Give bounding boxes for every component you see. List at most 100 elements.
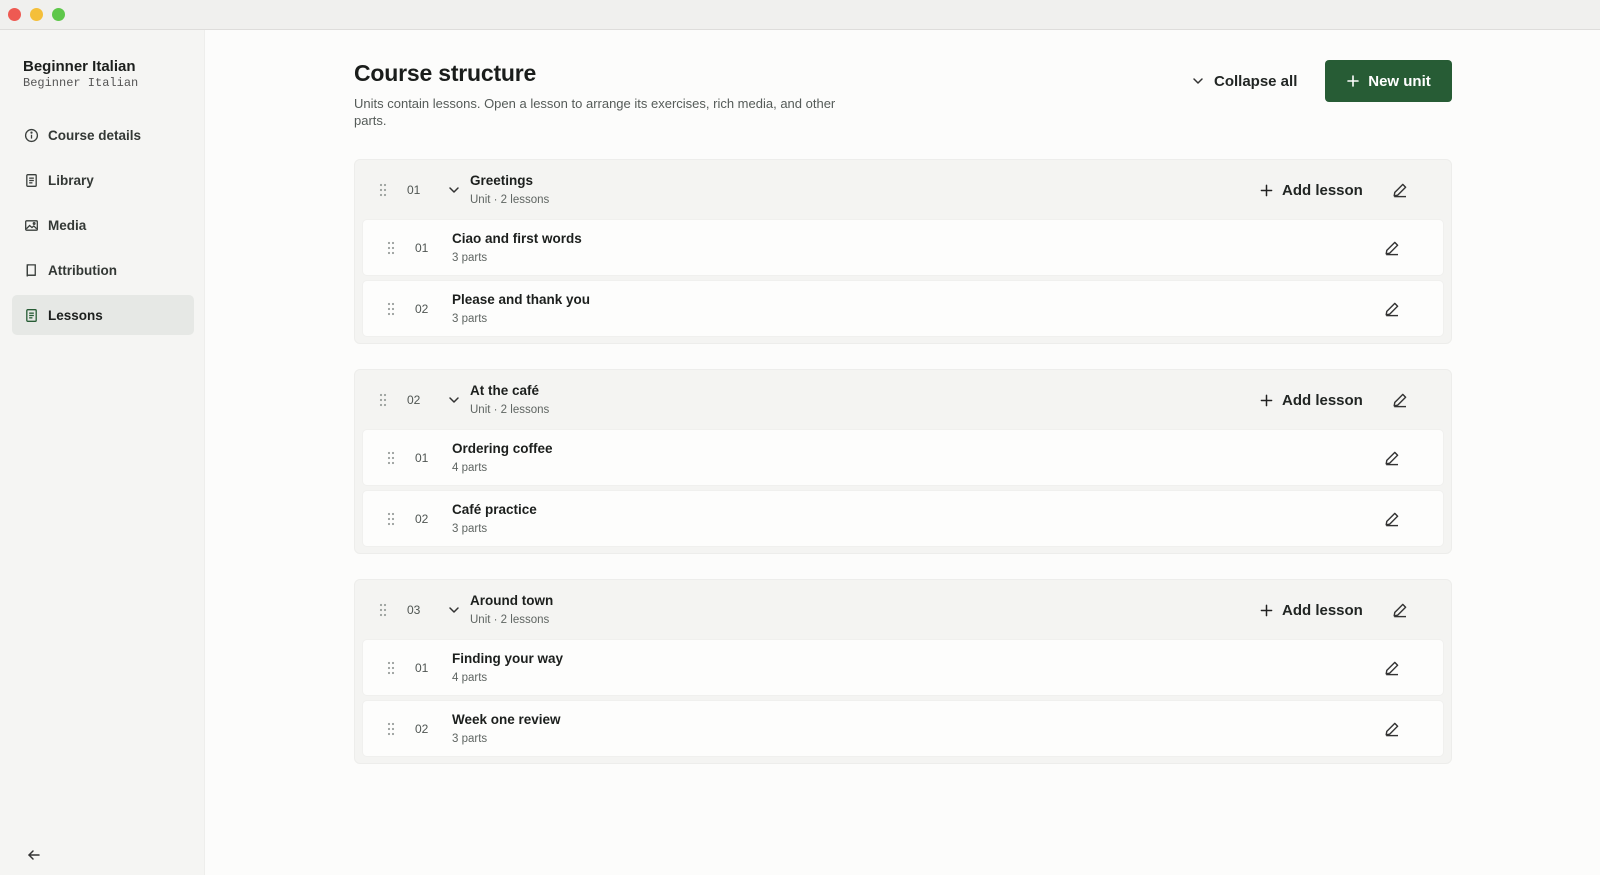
drag-handle-icon[interactable] xyxy=(386,302,396,316)
lesson-row[interactable]: 01 Ciao and first words 3 parts xyxy=(363,220,1443,275)
unit-title: Greetings xyxy=(470,173,534,188)
main-content: Course structure Units contain lessons. … xyxy=(205,30,1600,875)
lesson-title: Ordering coffee xyxy=(452,441,553,456)
lesson-row[interactable]: 02 Café practice 3 parts xyxy=(363,491,1443,546)
unit-header[interactable]: 02 At the café Unit · 2 lessons Add less… xyxy=(355,370,1451,430)
lesson-meta: 3 parts xyxy=(452,252,488,264)
edit-unit-icon[interactable] xyxy=(1392,182,1408,198)
lesson-title: Week one review xyxy=(452,712,561,727)
course-title: Beginner Italian xyxy=(23,58,136,75)
minimize-window-button[interactable] xyxy=(30,8,43,21)
page-description: Units contain lessons. Open a lesson to … xyxy=(354,96,836,128)
collapse-all-button[interactable]: Collapse all xyxy=(1191,68,1297,94)
lesson-row[interactable]: 01 Finding your way 4 parts xyxy=(363,640,1443,695)
add-lesson-button[interactable]: Add lesson xyxy=(1260,389,1363,411)
sidebar-item-attribution[interactable]: Attribution xyxy=(12,250,194,290)
plus-icon xyxy=(1260,184,1273,196)
chevron-down-icon[interactable] xyxy=(448,184,460,196)
lesson-meta: 4 parts xyxy=(452,672,488,684)
unit-meta: Unit · 2 lessons xyxy=(470,614,550,626)
lesson-meta: 4 parts xyxy=(452,462,488,474)
sidebar: Beginner Italian Beginner Italian Course… xyxy=(0,30,205,875)
add-lesson-label: Add lesson xyxy=(1282,601,1363,619)
lesson-number: 01 xyxy=(415,241,429,255)
sidebar-item-lessons[interactable]: Lessons xyxy=(12,295,194,335)
edit-lesson-icon[interactable] xyxy=(1384,721,1400,737)
edit-lesson-icon[interactable] xyxy=(1384,301,1400,317)
edit-lesson-icon[interactable] xyxy=(1384,240,1400,256)
drag-handle-icon[interactable] xyxy=(386,722,396,736)
lesson-meta: 3 parts xyxy=(452,733,488,745)
unit-card: 02 At the café Unit · 2 lessons Add less… xyxy=(354,369,1452,554)
drag-handle-icon[interactable] xyxy=(378,393,388,407)
edit-lesson-icon[interactable] xyxy=(1384,450,1400,466)
drag-handle-icon[interactable] xyxy=(378,183,388,197)
unit-number: 01 xyxy=(407,183,421,197)
lesson-meta: 3 parts xyxy=(452,523,488,535)
edit-unit-icon[interactable] xyxy=(1392,602,1408,618)
new-unit-button[interactable]: New unit xyxy=(1325,60,1452,102)
unit-title: Around town xyxy=(470,593,554,608)
unit-header[interactable]: 01 Greetings Unit · 2 lessons Add lesson xyxy=(355,160,1451,220)
lesson-title: Please and thank you xyxy=(452,292,591,307)
edit-lesson-icon[interactable] xyxy=(1384,511,1400,527)
new-unit-label: New unit xyxy=(1368,72,1431,90)
chevron-down-icon[interactable] xyxy=(448,604,460,616)
drag-handle-icon[interactable] xyxy=(386,661,396,675)
add-lesson-label: Add lesson xyxy=(1282,181,1363,199)
edit-lesson-icon[interactable] xyxy=(1384,660,1400,676)
lessons-icon xyxy=(26,308,37,322)
drag-handle-icon[interactable] xyxy=(378,603,388,617)
lesson-title: Ciao and first words xyxy=(452,231,582,246)
arrow-left-icon[interactable] xyxy=(26,847,42,863)
add-lesson-button[interactable]: Add lesson xyxy=(1260,599,1363,621)
document-icon xyxy=(26,173,37,187)
sidebar-item-label: Library xyxy=(48,172,94,188)
drag-handle-icon[interactable] xyxy=(386,451,396,465)
add-lesson-button[interactable]: Add lesson xyxy=(1260,179,1363,201)
lesson-title: Finding your way xyxy=(452,651,564,666)
sidebar-item-label: Course details xyxy=(48,127,142,143)
sidebar-item-label: Media xyxy=(48,217,87,233)
plus-icon xyxy=(1260,604,1273,616)
plus-icon xyxy=(1260,394,1273,406)
lesson-meta: 3 parts xyxy=(452,313,488,325)
unit-header[interactable]: 03 Around town Unit · 2 lessons Add less… xyxy=(355,580,1451,640)
sidebar-item-media[interactable]: Media xyxy=(12,205,194,245)
chevron-down-icon xyxy=(1193,78,1203,84)
plus-icon xyxy=(1347,75,1360,87)
lesson-row[interactable]: 02 Please and thank you 3 parts xyxy=(363,281,1443,336)
zoom-window-button[interactable] xyxy=(52,8,65,21)
unit-meta: Unit · 2 lessons xyxy=(470,194,550,206)
lesson-title: Café practice xyxy=(452,502,537,517)
close-window-button[interactable] xyxy=(8,8,21,21)
sidebar-item-label: Lessons xyxy=(48,307,103,323)
lesson-row[interactable]: 02 Week one review 3 parts xyxy=(363,701,1443,756)
unit-number: 03 xyxy=(407,603,421,617)
unit-number: 02 xyxy=(407,393,421,407)
lesson-number: 01 xyxy=(415,451,429,465)
unit-meta: Unit · 2 lessons xyxy=(470,404,550,416)
sidebar-item-library[interactable]: Library xyxy=(12,160,194,200)
collapse-all-label: Collapse all xyxy=(1214,72,1298,90)
lesson-number: 01 xyxy=(415,661,429,675)
chevron-down-icon[interactable] xyxy=(448,394,460,406)
sidebar-item-label: Attribution xyxy=(48,262,117,278)
drag-handle-icon[interactable] xyxy=(386,512,396,526)
unit-title: At the café xyxy=(470,383,540,398)
add-lesson-label: Add lesson xyxy=(1282,391,1363,409)
unit-card: 03 Around town Unit · 2 lessons Add less… xyxy=(354,579,1452,764)
sidebar-item-course-details[interactable]: Course details xyxy=(12,115,194,155)
title-bar xyxy=(0,0,1600,30)
lesson-row[interactable]: 01 Ordering coffee 4 parts xyxy=(363,430,1443,485)
page-title: Course structure xyxy=(354,60,537,86)
image-icon xyxy=(25,219,38,231)
app-window: Beginner Italian Beginner Italian Course… xyxy=(0,0,1600,875)
info-icon xyxy=(24,128,39,142)
drag-handle-icon[interactable] xyxy=(386,241,396,255)
lesson-number: 02 xyxy=(415,722,429,736)
book-icon xyxy=(26,263,36,277)
lesson-number: 02 xyxy=(415,512,429,526)
lesson-number: 02 xyxy=(415,302,429,316)
edit-unit-icon[interactable] xyxy=(1392,392,1408,408)
